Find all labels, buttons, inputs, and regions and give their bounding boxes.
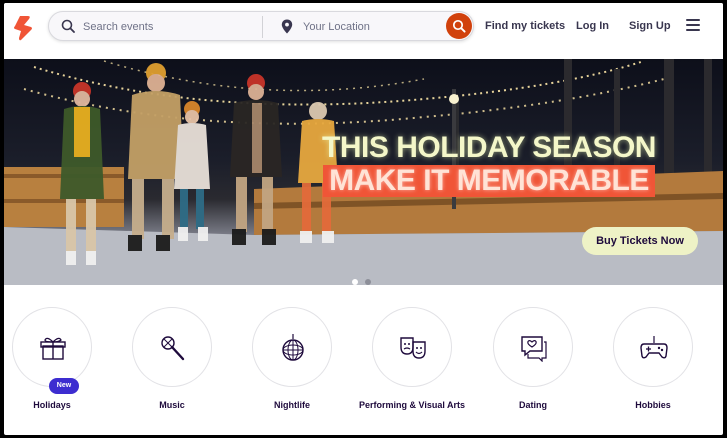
browser-viewport: Find my tickets Log In Sign Up xyxy=(4,3,723,435)
hero-headline: THIS HOLIDAY SEASON MAKE IT MEMORABLE xyxy=(274,131,704,197)
new-badge: New xyxy=(49,378,79,394)
category-nightlife[interactable]: Nightlife xyxy=(232,307,352,411)
search-button[interactable] xyxy=(446,13,472,39)
find-my-tickets-link[interactable]: Find my tickets xyxy=(485,20,565,32)
category-label: Holidays xyxy=(33,400,71,410)
location-pin-icon xyxy=(281,19,293,34)
buy-tickets-button[interactable]: Buy Tickets Now xyxy=(582,227,698,255)
search-icon xyxy=(452,19,466,33)
category-holidays[interactable]: New Holidays xyxy=(4,307,112,411)
chat-heart-icon xyxy=(521,336,547,362)
category-icon-circle xyxy=(372,307,452,387)
category-dating[interactable]: Dating xyxy=(473,307,593,411)
search-divider xyxy=(262,16,263,38)
category-performing-visual-arts[interactable]: Performing & Visual Arts xyxy=(352,307,472,411)
category-icon-circle: New xyxy=(12,307,92,394)
gamepad-icon xyxy=(640,336,668,359)
category-label: Hobbies xyxy=(635,400,671,410)
eventbrite-logo-icon[interactable] xyxy=(12,15,34,41)
disco-ball-icon xyxy=(282,334,304,361)
category-icon-circle xyxy=(132,307,212,387)
category-music[interactable]: Music xyxy=(112,307,232,411)
theater-masks-icon xyxy=(400,337,426,359)
category-label: Music xyxy=(159,400,185,410)
hamburger-menu-icon[interactable] xyxy=(686,19,700,31)
sign-up-link[interactable]: Sign Up xyxy=(629,20,671,32)
location-input[interactable] xyxy=(303,18,433,36)
carousel-dot-2[interactable] xyxy=(365,279,372,285)
hero-headline-line1: THIS HOLIDAY SEASON xyxy=(322,131,656,164)
category-list: New Holidays Music Nightlife Performing … xyxy=(4,293,723,435)
hero-headline-line2: MAKE IT MEMORABLE xyxy=(323,165,655,197)
search-icon xyxy=(61,19,75,33)
category-icon-circle xyxy=(493,307,573,387)
carousel-dot-1[interactable] xyxy=(352,279,358,285)
gift-icon xyxy=(40,337,66,360)
category-icon-circle xyxy=(613,307,693,387)
category-label: Nightlife xyxy=(274,400,310,410)
category-label: Performing & Visual Arts xyxy=(358,400,466,410)
microphone-icon xyxy=(161,336,185,361)
search-bar xyxy=(48,11,474,41)
carousel-dots xyxy=(352,272,374,285)
site-header: Find my tickets Log In Sign Up xyxy=(4,3,723,55)
hero-banner[interactable]: THIS HOLIDAY SEASON MAKE IT MEMORABLE Bu… xyxy=(4,59,723,285)
category-hobbies[interactable]: Hobbies xyxy=(593,307,713,411)
log-in-link[interactable]: Log In xyxy=(576,20,609,32)
category-label: Dating xyxy=(519,400,547,410)
category-icon-circle xyxy=(252,307,332,387)
search-input[interactable] xyxy=(83,18,253,36)
